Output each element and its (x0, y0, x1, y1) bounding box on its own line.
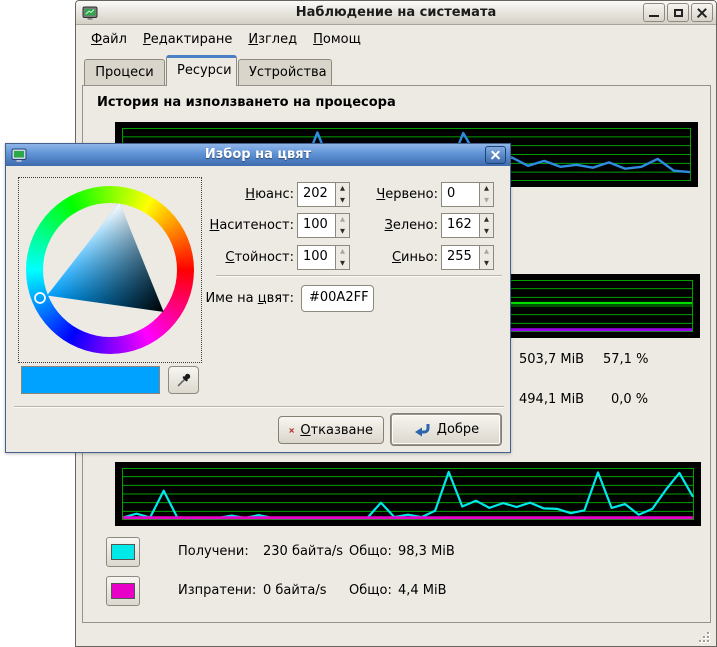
maximize-icon (674, 9, 683, 17)
color-picker-dialog: Избор на цвят (5, 143, 511, 453)
menu-help[interactable]: Помощ (305, 29, 369, 50)
statusbar (78, 625, 714, 645)
received-color-swatch (111, 544, 135, 560)
network-history-chart (115, 462, 701, 526)
value-spinbox[interactable]: 100 ▲ ▼ (297, 245, 350, 270)
window-controls (643, 3, 713, 22)
close-button[interactable] (691, 3, 713, 22)
window-titlebar[interactable]: Наблюдение на системата (76, 1, 716, 25)
dialog-title: Избор на цвят (6, 144, 510, 166)
green-label: Зелено: (346, 213, 438, 238)
red-label: Червено: (346, 182, 438, 207)
eyedropper-button[interactable] (168, 366, 199, 394)
memory-percent-value: 57,1 % (603, 352, 648, 367)
separator (14, 406, 504, 408)
spin-down-icon[interactable]: ▼ (480, 258, 493, 270)
saturation-spinbox[interactable]: 100 ▲ ▼ (297, 213, 350, 238)
saturation-label: Наситеност: (202, 213, 294, 238)
eyedropper-icon (176, 372, 192, 388)
hue-label: Нюанс: (202, 182, 294, 207)
window-title: Наблюдение на системата (76, 1, 716, 25)
red-cross-icon (289, 423, 294, 438)
swap-percent-value: 0,0 % (611, 392, 648, 407)
received-total-label: Общо: (349, 544, 392, 559)
sent-color-swatch (111, 583, 135, 599)
dialog-titlebar[interactable]: Избор на цвят (6, 144, 510, 166)
system-monitor-icon (11, 147, 27, 163)
resize-grip[interactable] (696, 629, 710, 643)
spin-down-icon[interactable]: ▼ (480, 195, 493, 207)
received-color-button[interactable] (106, 537, 140, 567)
minimize-button[interactable] (643, 3, 665, 22)
swap-size-value: 494,1 MiB (519, 392, 584, 407)
color-name-input[interactable]: #00A2FF (301, 285, 374, 312)
saturation-value-triangle[interactable] (26, 186, 194, 354)
spin-down-icon[interactable]: ▼ (480, 226, 493, 238)
memory-size-value: 503,7 MiB (519, 352, 584, 367)
system-monitor-icon (82, 5, 98, 21)
spin-up-icon[interactable]: ▲ (480, 183, 493, 195)
color-wheel-area[interactable] (18, 177, 202, 363)
menu-file[interactable]: Файл (83, 29, 135, 50)
separator (216, 275, 502, 277)
spin-up-icon[interactable]: ▲ (480, 246, 493, 258)
menu-edit[interactable]: Редактиране (135, 29, 240, 50)
received-rate: 230 байта/s (263, 544, 343, 559)
maximize-button[interactable] (667, 3, 689, 22)
blue-spinbox[interactable]: 255 ▲ ▼ (441, 245, 494, 270)
screen: Наблюдение на системата Файл Редактиране… (0, 0, 717, 647)
hue-selector (35, 293, 45, 303)
cpu-history-heading: История на използването на процесора (97, 95, 396, 110)
tab-processes[interactable]: Процеси (84, 59, 165, 86)
received-label: Получени: (178, 544, 249, 559)
hue-ring[interactable] (26, 186, 194, 354)
return-arrow-icon (413, 422, 431, 438)
tab-resources[interactable]: Ресурси (166, 55, 237, 86)
received-total: 98,3 MiB (398, 544, 455, 559)
value-label: Стойност: (202, 245, 294, 270)
sent-total-label: Общо: (349, 583, 392, 598)
ok-button[interactable]: Добре (390, 413, 502, 446)
dialog-close-button[interactable] (485, 146, 506, 164)
green-spinbox[interactable]: 162 ▲ ▼ (441, 213, 494, 238)
cancel-button[interactable]: Отказване (278, 416, 384, 444)
sent-rate: 0 байта/s (263, 583, 327, 598)
hue-spinbox[interactable]: 202 ▲ ▼ (297, 182, 350, 207)
menu-view[interactable]: Изглед (240, 29, 305, 50)
tab-devices[interactable]: Устройства (238, 59, 332, 86)
color-preview (21, 366, 160, 394)
sent-label: Изпратени: (178, 583, 256, 598)
menubar: Файл Редактиране Изглед Помощ (78, 26, 714, 52)
sent-color-button[interactable] (106, 576, 140, 606)
red-spinbox[interactable]: 0 ▲ ▼ (441, 182, 494, 207)
color-name-label: Име на цвят: (202, 286, 294, 311)
sent-total: 4,4 MiB (398, 583, 447, 598)
minimize-icon (649, 15, 659, 17)
spin-up-icon[interactable]: ▲ (480, 214, 493, 226)
blue-label: Синьо: (346, 245, 438, 270)
